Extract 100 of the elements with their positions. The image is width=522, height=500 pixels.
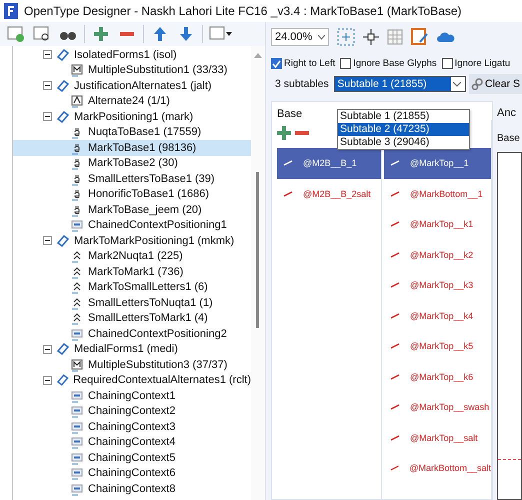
tree-item[interactable]: ChainingContext5 <box>13 450 251 466</box>
tree-item[interactable]: ChainingContext4 <box>13 434 251 450</box>
tree-item[interactable]: MultipleSubstitution1 (33/33) <box>13 62 251 78</box>
mark-class-item[interactable]: @MarkTop__k5 <box>384 331 491 362</box>
tree-item[interactable]: SmallLettersToBase1 (39) <box>13 171 251 186</box>
alternate-lookup-icon <box>70 94 84 108</box>
window-title: OpenType Designer - Naskh Lahori Lite FC16 _v3.4 : MarkToBase1 (MarkToBase) <box>24 4 462 18</box>
multiple-lookup-icon <box>70 358 84 372</box>
mark-class-item[interactable]: @MarkBottom__1 <box>384 178 491 209</box>
tag-icon <box>56 342 70 356</box>
tree-item[interactable]: Alternate24 (1/1) <box>13 94 251 109</box>
collapse-icon[interactable] <box>43 236 52 246</box>
tree-item[interactable]: HonorificToBase1 (1686) <box>13 186 251 202</box>
collapse-icon[interactable] <box>43 50 52 60</box>
glyph-icon <box>390 465 400 472</box>
grid-icon[interactable] <box>387 29 403 45</box>
tree-item[interactable]: MarkToBase_jeem (20) <box>13 202 251 218</box>
base-class-item[interactable]: @M2B__B_1 <box>277 148 381 178</box>
tag-icon <box>56 234 70 248</box>
tree-item[interactable]: SmallLettersToMark1 (4) <box>13 310 251 326</box>
glyph-icon <box>390 374 400 380</box>
mark-class-item[interactable]: @MarkTop__k3 <box>384 270 491 300</box>
mark-class-item[interactable]: @MarkTop__1 <box>384 148 491 178</box>
glyph-icon <box>390 190 400 197</box>
mark-class-item[interactable]: @MarkTop__k2 <box>384 240 491 270</box>
glyph-icon <box>390 434 400 441</box>
chained-lookup-icon <box>70 420 84 434</box>
tree-item[interactable]: MarkToBase2 (30) <box>13 156 251 171</box>
collapse-icon[interactable] <box>43 112 52 122</box>
tree-item[interactable]: Mark2Nuqta1 (225) <box>13 248 251 264</box>
fit-icon[interactable] <box>337 28 355 46</box>
glyph-icon <box>390 252 400 258</box>
zoom-dropdown[interactable]: 24.00% <box>271 28 329 46</box>
chained-lookup-icon <box>70 326 84 341</box>
tree-item[interactable]: ChainingContext8 <box>13 481 251 496</box>
glyph-icon <box>283 160 293 166</box>
subtable-dropdown[interactable]: Subtable 1 (21855) <box>334 76 466 92</box>
edit-document-icon[interactable] <box>411 28 429 46</box>
tree-item[interactable]: MarkToSmallLetters1 (6) <box>13 280 251 295</box>
tag-icon <box>56 48 70 62</box>
chained-lookup-icon <box>70 482 84 496</box>
tree-item[interactable]: ChainingContext3 <box>13 419 251 434</box>
tree-item[interactable]: MarkToMark1 (736) <box>13 264 251 280</box>
tree-item[interactable]: ChainingContext2 <box>13 404 251 419</box>
glyph-icon <box>390 404 400 410</box>
gears-icon <box>470 78 483 90</box>
subtable-option[interactable]: Subtable 2 (47235) <box>338 123 469 136</box>
multiple-lookup-icon <box>70 63 84 78</box>
mark-class-item[interactable]: @MarkTop__k1 <box>384 209 491 240</box>
tree-item[interactable]: RequiredContextualAlternates1 (rclt) <box>13 372 251 388</box>
tree-item[interactable]: SmallLettersToNuqta1 (1) <box>13 295 251 310</box>
chained-lookup-icon <box>70 466 84 480</box>
tree-item[interactable]: MarkPositioning1 (mark) <box>13 109 251 124</box>
mark-class-item[interactable]: @MarkTop__swash <box>384 392 491 422</box>
panel-title: Anc <box>497 107 516 119</box>
tree-item[interactable]: ChainingContext1 <box>13 388 251 404</box>
option-checkbox[interactable]: Ignore Ligatu <box>442 58 510 69</box>
tree-item[interactable]: ChainedContextPositioning2 <box>13 326 251 342</box>
base-class-item[interactable]: @M2B__B_2salt <box>277 178 381 209</box>
glyph-icon <box>390 282 400 288</box>
mark-class-item[interactable]: @MarkTop__salt <box>384 422 491 453</box>
tree-item[interactable]: MarkToMarkPositioning1 (mkmk) <box>13 233 251 248</box>
chained-lookup-icon <box>70 218 84 232</box>
add-icon[interactable] <box>277 126 291 140</box>
clear-button[interactable]: Clear S <box>468 74 522 94</box>
tree-item[interactable]: JustificationAlternates1 (jalt) <box>13 78 251 94</box>
chained-lookup-icon <box>70 388 84 403</box>
app-logo-icon <box>4 3 18 19</box>
chained-lookup-icon <box>70 450 84 465</box>
subtable-option[interactable]: Subtable 1 (21855) <box>338 110 469 123</box>
chained-lookup-icon <box>70 435 84 450</box>
mark-class-item[interactable]: @MarkTop__k4 <box>384 300 491 331</box>
mark-class-item[interactable]: @MarkBottom__salt <box>384 453 491 484</box>
tree-item[interactable]: MultipleSubstitution3 (37/37) <box>13 357 251 372</box>
panel-title: Base <box>277 108 302 120</box>
tree-item[interactable]: NuqtaToBase1 (17559) <box>13 124 251 140</box>
crosshair-icon[interactable] <box>363 29 379 45</box>
chained-lookup-icon <box>70 404 84 418</box>
chevron-down-icon <box>452 82 461 86</box>
option-checkbox[interactable]: Right to Left <box>271 58 336 69</box>
cloud-icon[interactable] <box>437 31 455 43</box>
collapse-icon[interactable] <box>43 344 52 354</box>
mark-class-item[interactable]: @MarkTop__k6 <box>384 362 491 392</box>
tag-icon <box>56 78 70 93</box>
tag-icon <box>56 110 70 124</box>
tree-item[interactable]: MedialForms1 (medi) <box>13 342 251 357</box>
panel-subtitle: Base <box>497 133 520 144</box>
collapse-icon[interactable] <box>43 376 52 385</box>
run-window-icon[interactable] <box>6 24 26 44</box>
checkmark-icon <box>272 60 281 68</box>
add-icon[interactable] <box>91 24 111 44</box>
tree-item[interactable]: IsolatedForms1 (isol) <box>13 47 251 62</box>
tree-item[interactable]: ChainedContextPositioning1 <box>13 218 251 233</box>
tree-item[interactable]: MarkToBase1 (98136) <box>13 140 251 156</box>
glyph-icon <box>390 312 400 319</box>
option-checkbox[interactable]: Ignore Base Glyphs <box>340 58 437 69</box>
subtable-option[interactable]: Subtable 3 (29046) <box>338 136 469 149</box>
scrollbar-thumb[interactable] <box>256 172 259 328</box>
tree-item[interactable]: ChainingContext6 <box>13 466 251 481</box>
collapse-icon[interactable] <box>43 81 52 90</box>
